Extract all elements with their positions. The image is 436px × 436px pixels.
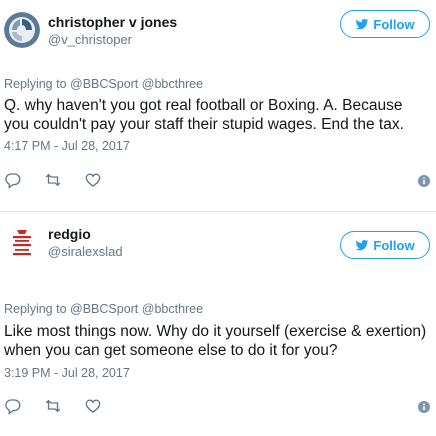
like-icon[interactable] xyxy=(84,171,102,189)
circular-logo-avatar-icon xyxy=(4,12,40,48)
tweet-card: redgio @siralexslad Follow Replying to @… xyxy=(0,212,436,436)
twitter-bird-icon xyxy=(355,18,369,30)
tweet-actions xyxy=(4,397,102,415)
retweet-icon[interactable] xyxy=(44,397,62,415)
reply-icon[interactable] xyxy=(4,397,22,415)
twitter-bird-icon xyxy=(355,239,369,251)
avatar[interactable] xyxy=(4,12,40,48)
user-handle[interactable]: @siralexslad xyxy=(48,244,123,259)
tweet-card: christopher v jones @v_christoper Follow… xyxy=(0,0,436,212)
tweet-timestamp[interactable]: 3:19 PM - Jul 28, 2017 xyxy=(4,366,130,380)
tweet-actions xyxy=(4,171,102,189)
follow-button[interactable]: Follow xyxy=(340,10,430,38)
info-icon[interactable] xyxy=(418,400,430,413)
keep-calm-poster-avatar-icon xyxy=(4,226,40,262)
user-handle[interactable]: @v_christoper xyxy=(48,32,132,47)
like-icon[interactable] xyxy=(84,397,102,415)
info-icon[interactable] xyxy=(418,174,430,187)
follow-button[interactable]: Follow xyxy=(340,231,430,259)
follow-button-label: Follow xyxy=(373,16,415,32)
tweet-text: Like most things now. Why do it yourself… xyxy=(4,323,431,359)
tweet-text: Q. why haven't you got real football or … xyxy=(4,97,407,133)
reply-icon[interactable] xyxy=(4,171,22,189)
replying-to: Replying to @BBCSport @bbcthree xyxy=(4,302,204,316)
replying-to: Replying to @BBCSport @bbcthree xyxy=(4,77,204,91)
display-name[interactable]: christopher v jones xyxy=(48,14,177,30)
display-name[interactable]: redgio xyxy=(48,226,91,242)
follow-button-label: Follow xyxy=(373,237,415,253)
retweet-icon[interactable] xyxy=(44,171,62,189)
tweet-timestamp[interactable]: 4:17 PM - Jul 28, 2017 xyxy=(4,139,130,153)
avatar[interactable] xyxy=(4,226,40,262)
